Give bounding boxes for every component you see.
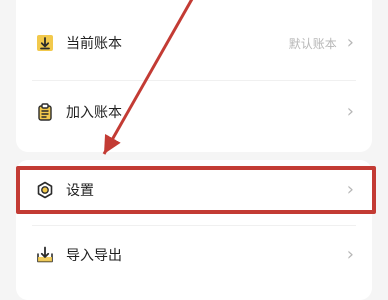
- clipboard-icon: [34, 101, 56, 123]
- chevron-right-icon: ›: [346, 101, 354, 122]
- ledger-download-icon: [34, 32, 56, 54]
- row-current-ledger[interactable]: 当前账本 默认账本 ›: [16, 14, 372, 72]
- row-join-ledger[interactable]: 加入账本 ›: [16, 83, 372, 141]
- row-label: 当前账本: [66, 36, 122, 52]
- chevron-right-icon: ›: [346, 32, 354, 53]
- import-export-icon: [34, 244, 56, 266]
- row-import-export[interactable]: 导入导出 ›: [16, 226, 372, 284]
- highlight-box: [16, 166, 376, 214]
- row-right: ›: [337, 103, 354, 121]
- row-label: 导入导出: [66, 248, 122, 264]
- chevron-right-icon: ›: [346, 244, 354, 265]
- current-ledger-value: 默认账本: [288, 36, 337, 51]
- divider: [32, 80, 356, 81]
- row-right: ›: [337, 246, 354, 264]
- row-right: 默认账本 ›: [289, 34, 354, 52]
- row-label: 加入账本: [66, 105, 122, 121]
